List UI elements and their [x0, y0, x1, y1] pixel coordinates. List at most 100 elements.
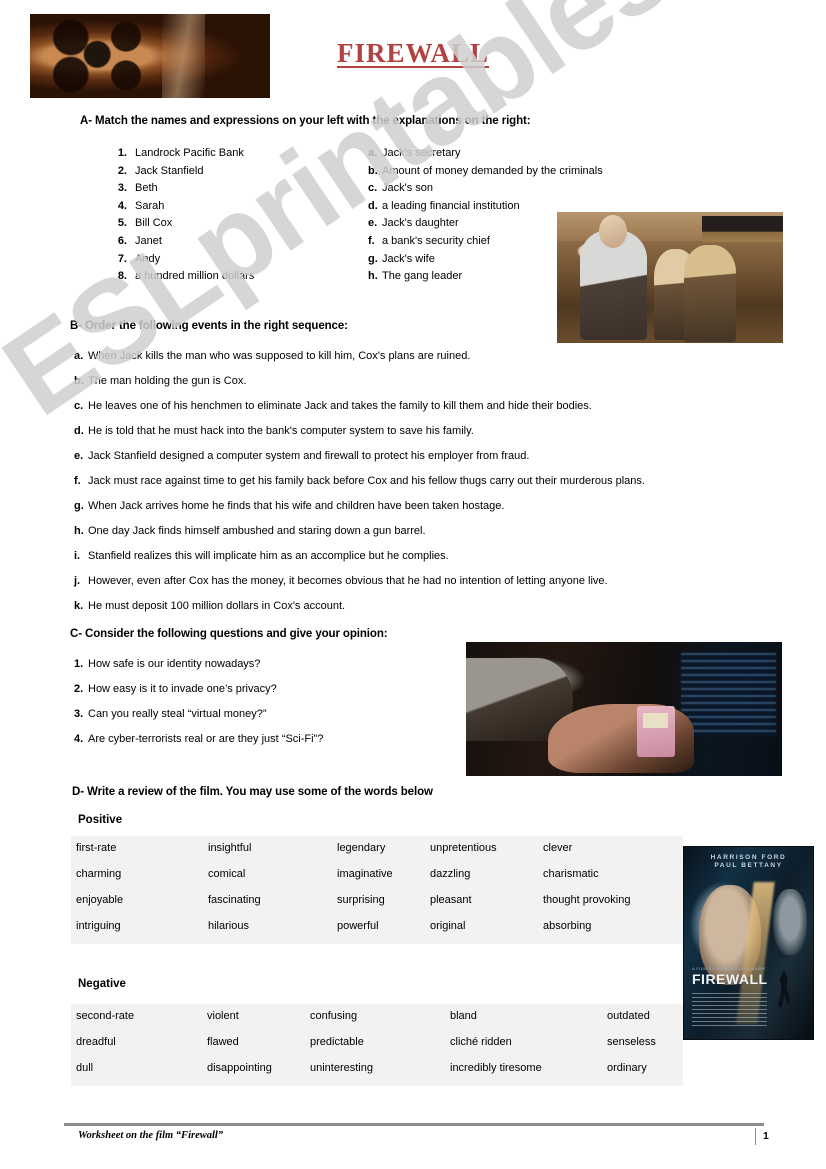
- list-marker: a.: [368, 147, 378, 159]
- match-left-item: 8. a hundred million dollars: [105, 270, 254, 282]
- word-cell[interactable]: cliché ridden: [450, 1036, 512, 1048]
- word-cell[interactable]: clever: [543, 842, 572, 854]
- word-cell[interactable]: bland: [450, 1010, 477, 1022]
- list-marker: a.: [74, 350, 84, 362]
- match-right-item: f. a bank's security chief: [368, 235, 490, 247]
- word-cell[interactable]: violent: [207, 1010, 239, 1022]
- positive-word-row: charming comical imaginative dazzling charis…: [71, 862, 683, 888]
- question-item: 1. How safe is our identity nowadays?: [74, 658, 260, 670]
- list-item-text: Andy: [135, 252, 161, 265]
- word-cell[interactable]: enjoyable: [76, 894, 123, 906]
- word-cell[interactable]: second-rate: [76, 1010, 134, 1022]
- word-cell[interactable]: uninteresting: [310, 1062, 373, 1074]
- match-left-item: 5. Bill Cox: [105, 217, 172, 229]
- list-marker: i.: [74, 550, 81, 562]
- word-cell[interactable]: fascinating: [208, 894, 261, 906]
- list-marker: 3.: [117, 182, 127, 195]
- match-left-item: 4. Sarah: [105, 199, 165, 212]
- list-item-text: Jack must race against time to get his f…: [88, 475, 645, 487]
- word-cell[interactable]: charismatic: [543, 868, 599, 880]
- word-cell[interactable]: comical: [208, 868, 245, 880]
- negative-words-table: second-rate violent confusing bland outdated…: [71, 1004, 683, 1086]
- match-right-item: e. Jack's daughter: [368, 217, 459, 229]
- list-item-text: Jack's wife: [382, 252, 435, 265]
- list-marker: 5.: [117, 217, 127, 230]
- family-photo-image: [557, 212, 783, 343]
- list-item-text: However, even after Cox has the money, i…: [88, 575, 608, 587]
- word-cell[interactable]: senseless: [607, 1036, 656, 1048]
- word-cell[interactable]: ordinary: [607, 1062, 647, 1074]
- word-cell[interactable]: hilarious: [208, 920, 249, 932]
- word-cell[interactable]: thought provoking: [543, 894, 630, 906]
- list-item-text: He is told that he must hack into the ba…: [88, 425, 474, 437]
- negative-label: Negative: [78, 978, 126, 990]
- match-left-item: 1. Landrock Pacific Bank: [105, 147, 244, 159]
- word-cell[interactable]: unpretentious: [430, 842, 497, 854]
- sequence-item: h. One day Jack finds himself ambushed an…: [74, 525, 426, 537]
- list-marker: e.: [74, 450, 84, 462]
- list-marker: 4.: [117, 199, 127, 212]
- list-item-text: Jack Stanfield designed a computer syste…: [88, 450, 530, 462]
- list-item-text: Amount of money demanded by the criminal…: [382, 164, 603, 177]
- word-cell[interactable]: surprising: [337, 894, 385, 906]
- positive-word-row: first-rate insightful legendary unpretentio…: [71, 836, 683, 862]
- sequence-item: a. When Jack kills the man who was suppos…: [74, 350, 470, 362]
- list-marker: 7.: [117, 252, 127, 265]
- sequence-item: e. Jack Stanfield designed a computer sys…: [74, 450, 529, 462]
- list-marker: 6.: [117, 235, 127, 247]
- positive-word-row: enjoyable fascinating surprising pleasant th…: [71, 888, 683, 914]
- list-marker: j.: [74, 575, 81, 587]
- word-cell[interactable]: intriguing: [76, 920, 121, 932]
- word-cell[interactable]: legendary: [337, 842, 385, 854]
- list-item-text: The gang leader: [382, 270, 463, 283]
- match-right-item: b. Amount of money demanded by the crimin…: [368, 165, 603, 177]
- list-item-text: How safe is our identity nowadays?: [88, 658, 261, 670]
- list-marker: g.: [74, 500, 84, 512]
- word-cell[interactable]: pleasant: [430, 894, 472, 906]
- list-item-text: Jack Stanfield: [135, 164, 204, 177]
- word-cell[interactable]: predictable: [310, 1036, 364, 1048]
- positive-label: Positive: [78, 814, 123, 826]
- footer-label: Worksheet on the film “Firewall”: [78, 1130, 224, 1141]
- match-right-item: d. a leading financial institution: [368, 200, 520, 212]
- list-item-text: Landrock Pacific Bank: [135, 147, 244, 159]
- poster-title: FIREWALL: [692, 971, 768, 987]
- list-item-text: a hundred million dollars: [135, 270, 255, 283]
- word-cell[interactable]: dazzling: [430, 868, 470, 880]
- word-cell[interactable]: confusing: [310, 1010, 357, 1022]
- list-marker: 8.: [117, 270, 127, 283]
- match-right-item: a. Jack's secretary: [368, 147, 461, 159]
- match-left-item: 3. Beth: [105, 182, 158, 194]
- list-item-text: How easy is it to invade one’s privacy?: [88, 683, 277, 695]
- sequence-item: f. Jack must race against time to get his…: [74, 475, 645, 487]
- word-cell[interactable]: flawed: [207, 1036, 239, 1048]
- word-cell[interactable]: absorbing: [543, 920, 591, 932]
- negative-word-row: dull disappointing uninteresting incredibly…: [71, 1056, 683, 1082]
- match-left-item: 2. Jack Stanfield: [105, 164, 204, 177]
- list-item-text: Sarah: [135, 199, 165, 212]
- page-title: FIREWALL: [336, 38, 490, 68]
- positive-words-table: first-rate insightful legendary unpretentio…: [71, 836, 683, 944]
- word-cell[interactable]: disappointing: [207, 1062, 272, 1074]
- list-marker: f.: [74, 475, 81, 487]
- list-marker: b.: [74, 375, 84, 387]
- list-item-text: He leaves one of his henchmen to elimina…: [88, 400, 592, 412]
- word-cell[interactable]: incredibly tiresome: [450, 1062, 542, 1074]
- list-item-text: a bank's security chief: [382, 235, 490, 247]
- word-cell[interactable]: dreadful: [76, 1036, 116, 1048]
- question-item: 2. How easy is it to invade one’s privacy…: [74, 683, 277, 695]
- word-cell[interactable]: imaginative: [337, 868, 393, 880]
- word-cell[interactable]: first-rate: [76, 842, 116, 854]
- word-cell[interactable]: outdated: [607, 1010, 650, 1022]
- question-item: 3. Can you really steal “virtual money?”: [74, 708, 267, 720]
- list-marker: e.: [368, 217, 378, 230]
- word-cell[interactable]: charming: [76, 868, 121, 880]
- list-item-text: Janet: [135, 235, 162, 247]
- word-cell[interactable]: insightful: [208, 842, 251, 854]
- list-item-text: Beth: [135, 182, 158, 195]
- footer-rule: [64, 1123, 764, 1126]
- word-cell[interactable]: original: [430, 920, 465, 932]
- word-cell[interactable]: dull: [76, 1062, 93, 1074]
- list-marker: c.: [368, 182, 378, 195]
- word-cell[interactable]: powerful: [337, 920, 379, 932]
